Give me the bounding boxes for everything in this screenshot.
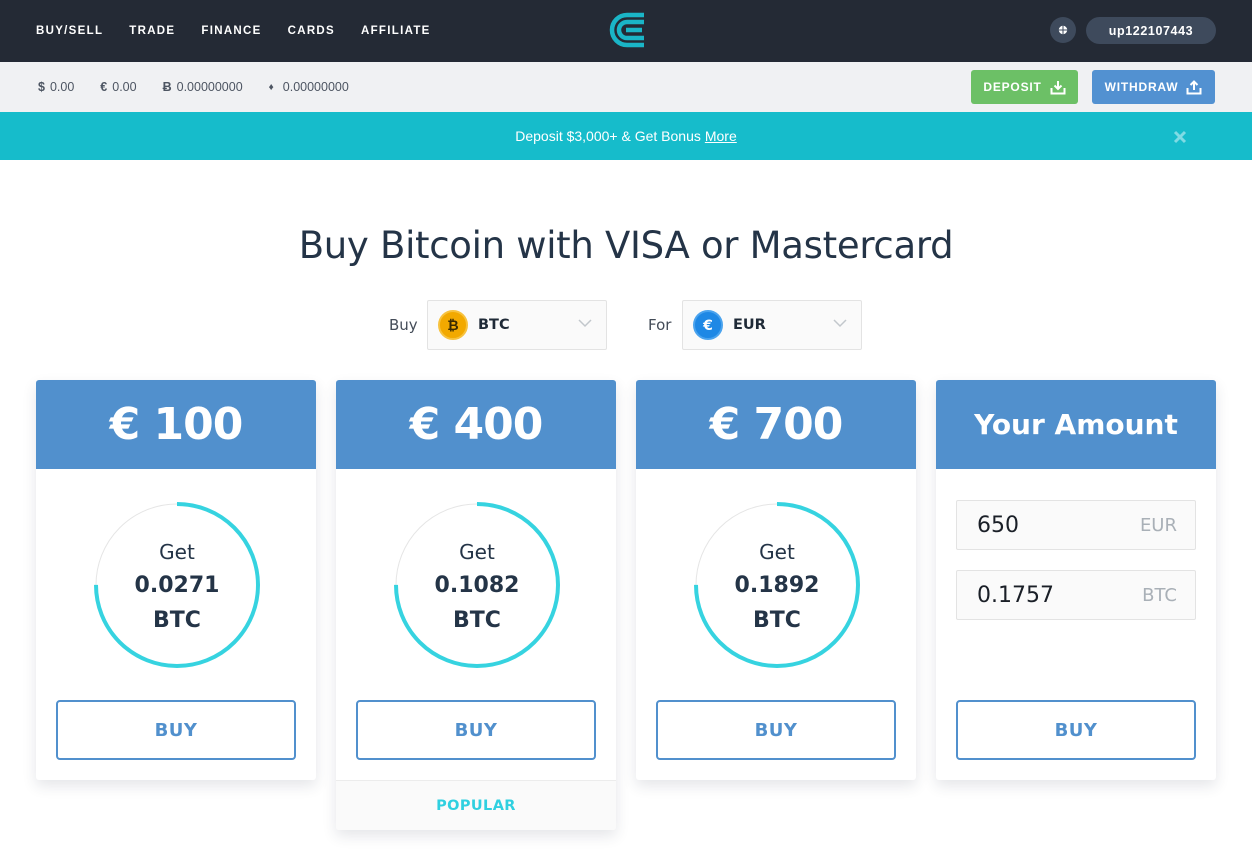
nav-finance[interactable]: FINANCE (201, 25, 261, 37)
buy-label: Buy (389, 316, 418, 334)
btc-unit: BTC (453, 608, 501, 633)
deposit-button[interactable]: DEPOSIT (971, 70, 1078, 104)
svg-text:₿: ₿ (447, 318, 458, 333)
btc-suffix: BTC (1142, 584, 1177, 606)
nav-trade[interactable]: TRADE (129, 25, 175, 37)
btc-amount: 0.1082 (434, 573, 520, 598)
bitcoin-coin-icon: ₿ (438, 310, 468, 340)
eur-amount-field[interactable]: EUR (956, 500, 1196, 550)
card-header: € 100 (36, 380, 316, 469)
promo-banner: Deposit $3,000+ & Get Bonus More (0, 112, 1252, 160)
balance-eth: ♦ 0.00000000 (269, 80, 349, 94)
globe-icon (1058, 25, 1068, 35)
card-header: € 400 (336, 380, 616, 469)
buy-button[interactable]: BUY (56, 700, 296, 760)
buy-button[interactable]: BUY (356, 700, 596, 760)
package-card-700: € 700 Get 0.1892 BTC BUY (636, 380, 916, 780)
withdraw-label: WITHDRAW (1104, 80, 1179, 94)
buy-currency-select[interactable]: ₿ BTC (427, 300, 607, 350)
btc-unit: BTC (153, 608, 201, 633)
balance-usd: $ 0.00 (38, 80, 74, 94)
promo-more-link[interactable]: More (705, 128, 737, 144)
ethereum-icon: ♦ (268, 81, 274, 93)
upload-icon (1186, 79, 1202, 94)
card-amount: € 700 (709, 399, 844, 450)
card-header: Your Amount (936, 380, 1216, 469)
btc-amount: 0.1892 (734, 573, 820, 598)
nav-affiliate[interactable]: AFFILIATE (361, 25, 431, 37)
euro-coin-icon: € (693, 310, 723, 340)
buy-button[interactable]: BUY (656, 700, 896, 760)
btc-amount: 0.0271 (134, 573, 220, 598)
package-card-400: € 400 Get 0.1082 BTC BUY POPULAR (336, 380, 616, 830)
buy-button[interactable]: BUY (956, 700, 1196, 760)
for-label: For (648, 316, 672, 334)
language-button[interactable] (1050, 17, 1076, 43)
for-currency-select[interactable]: € EUR (682, 300, 862, 350)
eur-amount-input[interactable] (977, 512, 1137, 538)
main-menu: BUY/SELL TRADE FINANCE CARDS AFFILIATE (36, 0, 457, 62)
balance-list: $ 0.00 € 0.00 Ƀ 0.00000000 ♦ 0.00000000 (38, 62, 375, 112)
cex-logo-icon[interactable] (608, 11, 646, 49)
withdraw-button[interactable]: WITHDRAW (1092, 70, 1215, 104)
promo-text: Deposit $3,000+ & Get Bonus (515, 128, 701, 144)
dollar-icon: $ (38, 80, 45, 94)
balance-value: 0.00000000 (282, 80, 349, 94)
custom-amount-card: Your Amount EUR BTC BUY (936, 380, 1216, 780)
nav-buy-sell[interactable]: BUY/SELL (36, 25, 103, 37)
buy-currency-value: BTC (478, 317, 510, 333)
close-icon[interactable] (1172, 129, 1188, 145)
page-title: Buy Bitcoin with VISA or Mastercard (298, 224, 954, 267)
balance-btc: Ƀ 0.00000000 (163, 80, 243, 94)
gauge-label: Get 0.1082 BTC (392, 536, 562, 638)
user-account-button[interactable]: up122107443 (1086, 17, 1216, 44)
bitcoin-icon: Ƀ (162, 80, 172, 94)
gauge-label: Get 0.1892 BTC (692, 536, 862, 638)
get-label: Get (759, 540, 795, 564)
balance-value: 0.00 (49, 80, 75, 94)
get-label: Get (159, 540, 195, 564)
download-icon (1050, 80, 1066, 94)
get-label: Get (459, 540, 495, 564)
balance-value: 0.00 (112, 80, 137, 94)
promo-message: Deposit $3,000+ & Get Bonus More (0, 112, 1252, 160)
card-header: € 700 (636, 380, 916, 469)
gauge-label: Get 0.0271 BTC (92, 536, 262, 638)
btc-amount-field[interactable]: BTC (956, 570, 1196, 620)
nav-cards[interactable]: CARDS (288, 25, 335, 37)
btc-amount-input[interactable] (977, 582, 1137, 608)
svg-text:€: € (702, 318, 713, 333)
popular-badge: POPULAR (336, 780, 616, 830)
package-card-100: € 100 Get 0.0271 BTC BUY (36, 380, 316, 780)
btc-unit: BTC (753, 608, 801, 633)
eur-suffix: EUR (1139, 514, 1177, 536)
custom-amount-title: Your Amount (974, 408, 1178, 441)
for-currency-value: EUR (733, 317, 766, 333)
top-nav: BUY/SELL TRADE FINANCE CARDS AFFILIATE u… (0, 0, 1252, 62)
chevron-down-icon (578, 319, 592, 328)
card-amount: € 100 (109, 399, 244, 450)
chevron-down-icon (833, 319, 847, 328)
card-amount: € 400 (409, 399, 544, 450)
deposit-label: DEPOSIT (983, 80, 1042, 94)
euro-icon: € (100, 80, 108, 94)
balance-eur: € 0.00 (100, 80, 136, 94)
balance-value: 0.00000000 (176, 80, 243, 94)
